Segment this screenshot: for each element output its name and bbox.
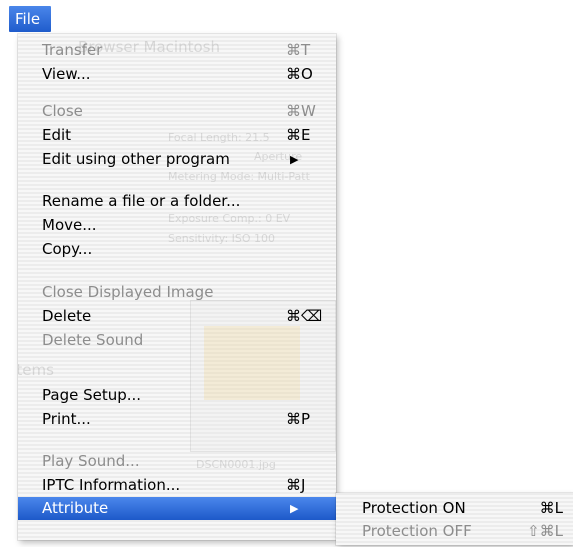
menu-item-view[interactable]: View... ⌘O: [18, 63, 336, 86]
menu-item-delete-sound: Delete Sound: [18, 329, 336, 352]
submenu-item-label: Protection ON: [362, 499, 466, 517]
submenu-arrow-icon: ▶: [290, 153, 299, 166]
submenu-item-protection-off: Protection OFF ⇧⌘L: [336, 520, 573, 543]
submenu-item-label: Protection OFF: [362, 522, 472, 540]
menu-item-edit-using-other-program[interactable]: Edit using other program ▶: [18, 148, 336, 171]
menu-item-label: Move...: [42, 216, 97, 234]
submenu-arrow-icon: ▶: [290, 502, 299, 515]
shortcut-label: ⌘⌫: [286, 307, 323, 325]
menu-item-iptc-information[interactable]: IPTC Information... ⌘J: [18, 474, 336, 497]
menu-item-print[interactable]: Print... ⌘P: [18, 408, 336, 431]
shortcut-label: ⌘J: [286, 476, 306, 494]
menu-item-close: Close ⌘W: [18, 100, 336, 123]
attribute-submenu: Protection ON ⌘L Protection OFF ⇧⌘L: [336, 493, 573, 545]
menu-item-label: Page Setup...: [42, 386, 142, 404]
menu-item-rename[interactable]: Rename a file or a folder...: [18, 190, 336, 213]
menu-item-label: IPTC Information...: [42, 476, 181, 494]
menu-item-label: Edit: [42, 126, 72, 144]
submenu-item-protection-on[interactable]: Protection ON ⌘L: [336, 497, 573, 520]
menu-item-label: Play Sound...: [42, 452, 140, 470]
menu-item-delete[interactable]: Delete ⌘⌫: [18, 305, 336, 328]
menu-item-play-sound: Play Sound...: [18, 450, 336, 473]
file-menu: Browser Macintosh Focal Length: 21.5 Ape…: [18, 34, 336, 540]
menu-item-label: Close Displayed Image: [42, 283, 214, 301]
background-text: Metering Mode: Multi-Patt: [168, 170, 310, 183]
shortcut-label: ⌘W: [286, 102, 316, 120]
menu-item-label: Delete: [42, 307, 92, 325]
menu-item-edit[interactable]: Edit ⌘E: [18, 124, 336, 147]
shortcut-label: ⌘L: [539, 499, 563, 517]
menu-item-transfer: Transfer ⌘T: [18, 39, 336, 62]
menu-item-label: View...: [42, 65, 91, 83]
menu-item-label: Edit using other program: [42, 150, 230, 168]
shortcut-label: ⌘P: [286, 410, 311, 428]
shortcut-label: ⌘T: [286, 41, 311, 59]
background-text: Items: [18, 361, 54, 379]
menu-item-label: Rename a file or a folder...: [42, 192, 241, 210]
menu-item-label: Print...: [42, 410, 91, 428]
menu-item-copy[interactable]: Copy...: [18, 238, 336, 261]
menu-item-close-displayed-image: Close Displayed Image: [18, 281, 336, 304]
menu-item-move[interactable]: Move...: [18, 214, 336, 237]
menu-item-label: Copy...: [42, 240, 93, 258]
menu-item-page-setup[interactable]: Page Setup...: [18, 384, 336, 407]
shortcut-label: ⇧⌘L: [527, 522, 563, 540]
menu-item-label: Transfer: [42, 41, 103, 59]
shortcut-label: ⌘E: [286, 126, 311, 144]
menu-item-label: Close: [42, 102, 83, 120]
menu-item-label: Delete Sound: [42, 331, 144, 349]
screen: File Browser Macintosh Focal Length: 21.…: [0, 0, 573, 547]
shortcut-label: ⌘O: [286, 65, 313, 83]
menu-title-file[interactable]: File: [9, 6, 51, 32]
menu-item-label: Attribute: [42, 499, 109, 517]
menu-item-attribute[interactable]: Attribute ▶: [18, 497, 336, 520]
